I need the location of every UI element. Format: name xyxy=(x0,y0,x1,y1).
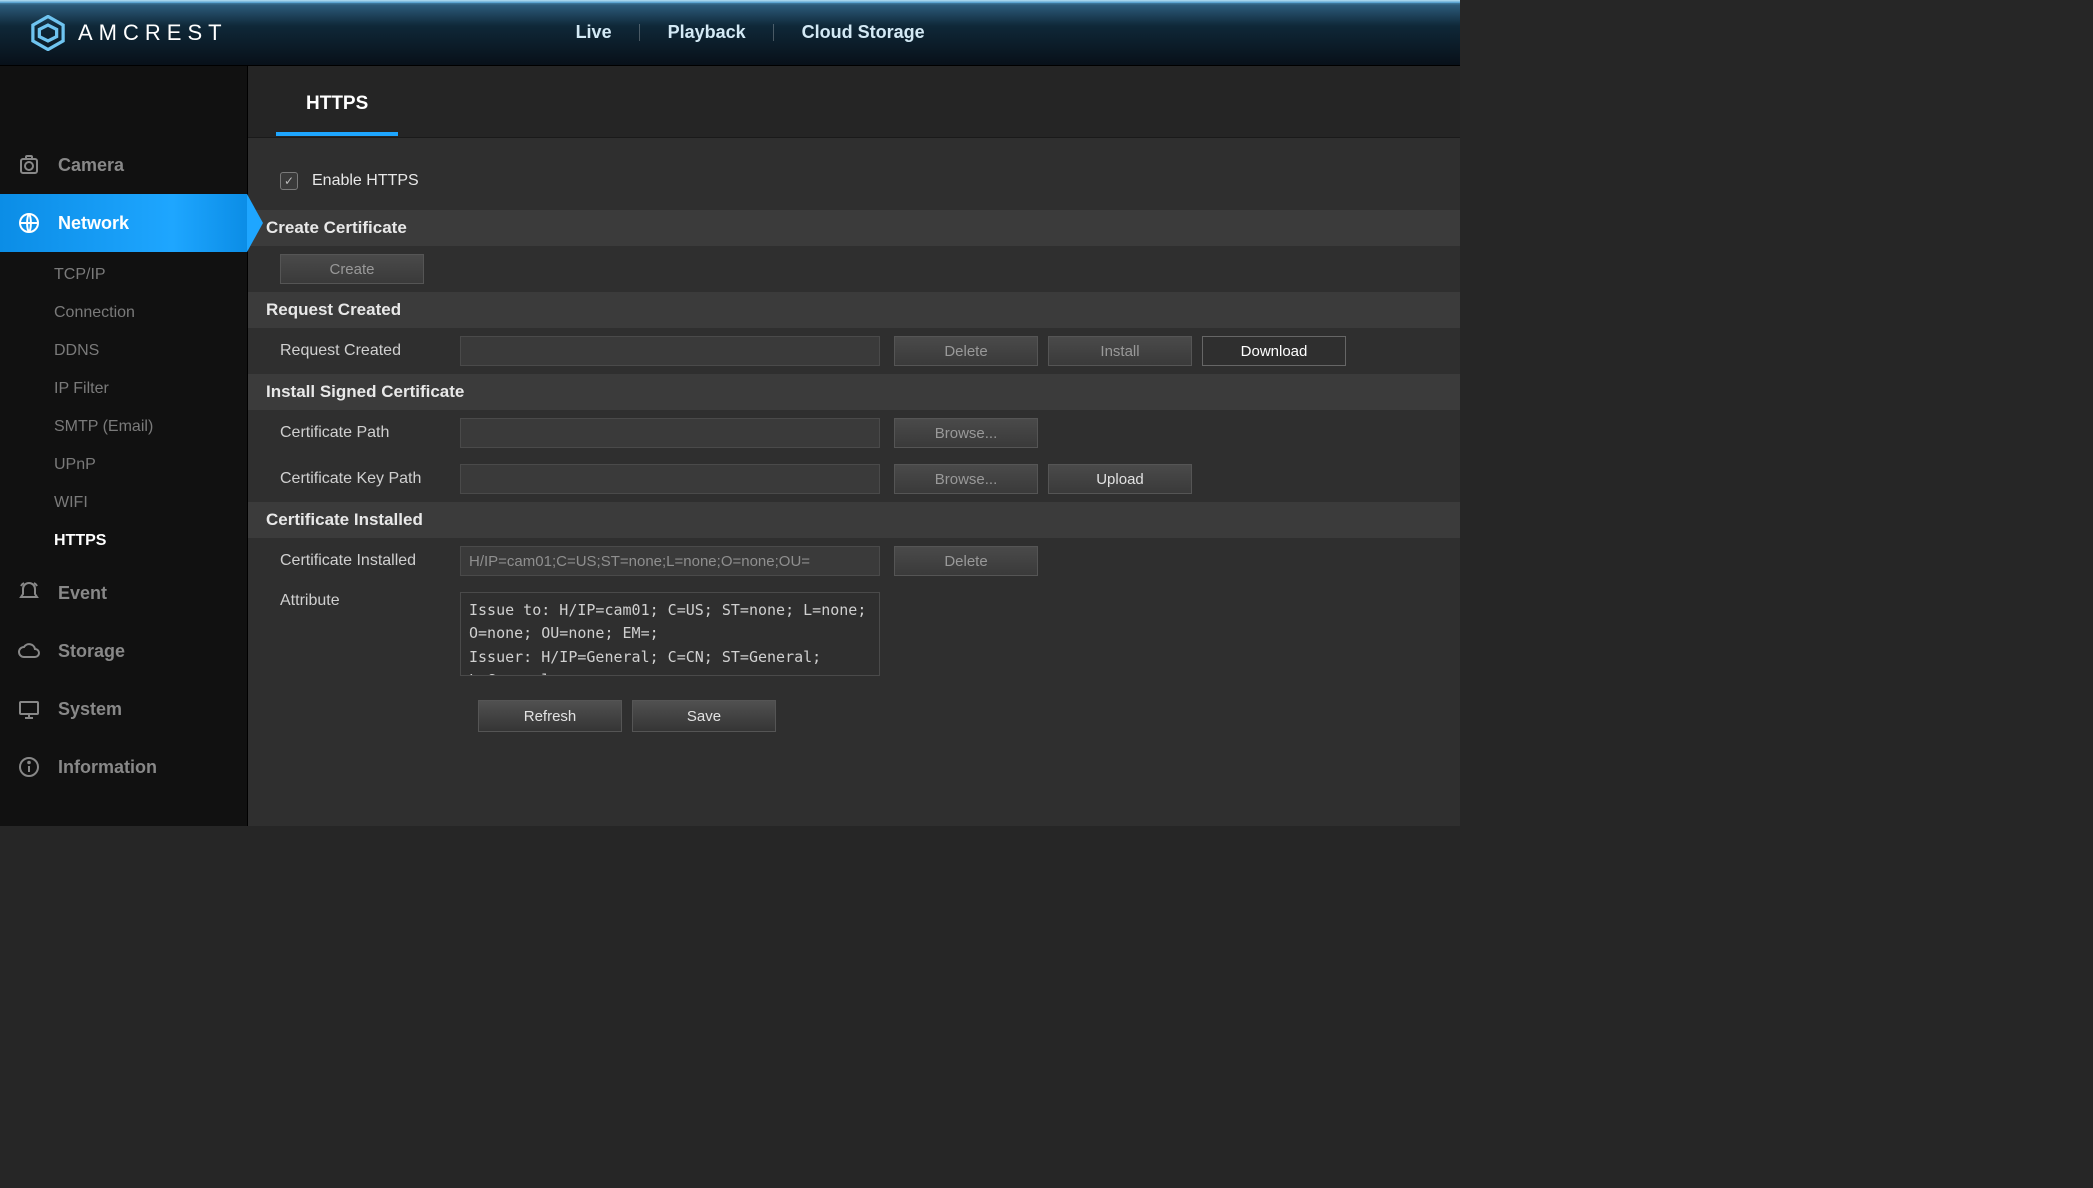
tabs-bar: HTTPS xyxy=(248,66,1460,138)
enable-https-checkbox[interactable]: ✓ xyxy=(280,172,298,190)
sidebar-item-label: System xyxy=(58,699,122,720)
monitor-icon xyxy=(16,696,42,722)
sidebar-item-system[interactable]: System xyxy=(0,680,247,738)
textarea-attribute[interactable] xyxy=(460,592,880,676)
upload-button[interactable]: Upload xyxy=(1048,464,1192,494)
sidebar-item-label: Camera xyxy=(58,155,124,176)
download-request-button[interactable]: Download xyxy=(1202,336,1346,366)
section-install-signed: Install Signed Certificate xyxy=(248,374,1460,410)
input-request-created[interactable] xyxy=(460,336,880,366)
refresh-button[interactable]: Refresh xyxy=(478,700,622,732)
input-certificate-key-path[interactable] xyxy=(460,464,880,494)
top-nav-playback[interactable]: Playback xyxy=(640,22,774,43)
save-button[interactable]: Save xyxy=(632,700,776,732)
sidebar: Camera Network TCP/IP Connection DDNS IP… xyxy=(0,66,248,826)
label-certificate-path: Certificate Path xyxy=(280,424,446,442)
top-header: AMCREST Live Playback Cloud Storage xyxy=(0,0,1460,66)
label-certificate-installed: Certificate Installed xyxy=(280,552,446,570)
sidebar-sub-wifi[interactable]: WIFI xyxy=(0,484,247,522)
sidebar-item-event[interactable]: Event xyxy=(0,564,247,622)
enable-https-label: Enable HTTPS xyxy=(312,172,419,190)
section-request-created: Request Created xyxy=(248,292,1460,328)
input-certificate-installed[interactable] xyxy=(460,546,880,576)
label-certificate-key-path: Certificate Key Path xyxy=(280,470,446,488)
sidebar-sub-ddns[interactable]: DDNS xyxy=(0,332,247,370)
create-button[interactable]: Create xyxy=(280,254,424,284)
browse-cert-button[interactable]: Browse... xyxy=(894,418,1038,448)
brand-logo: AMCREST xyxy=(30,15,228,51)
cloud-icon xyxy=(16,638,42,664)
tab-https[interactable]: HTTPS xyxy=(276,69,398,135)
top-nav-cloud-storage[interactable]: Cloud Storage xyxy=(774,22,953,43)
sidebar-item-label: Event xyxy=(58,583,107,604)
content-panel: ✓ Enable HTTPS Create Certificate Create… xyxy=(248,138,1460,756)
main-area: HTTPS ✓ Enable HTTPS Create Certificate … xyxy=(248,66,1460,826)
sidebar-item-storage[interactable]: Storage xyxy=(0,622,247,680)
sidebar-sub-upnp[interactable]: UPnP xyxy=(0,446,247,484)
sidebar-sub-connection[interactable]: Connection xyxy=(0,294,247,332)
input-certificate-path[interactable] xyxy=(460,418,880,448)
enable-https-row: ✓ Enable HTTPS xyxy=(248,162,1460,210)
sidebar-item-label: Information xyxy=(58,757,157,778)
top-nav: Live Playback Cloud Storage xyxy=(548,22,953,43)
sidebar-sub-https[interactable]: HTTPS xyxy=(0,522,247,560)
sidebar-sub-smtp-email[interactable]: SMTP (Email) xyxy=(0,408,247,446)
browse-key-button[interactable]: Browse... xyxy=(894,464,1038,494)
brand-hex-icon xyxy=(30,15,66,51)
top-nav-live[interactable]: Live xyxy=(548,22,640,43)
info-icon xyxy=(16,754,42,780)
bell-icon xyxy=(16,580,42,606)
sidebar-item-camera[interactable]: Camera xyxy=(0,136,247,194)
sidebar-sub-tcpip[interactable]: TCP/IP xyxy=(0,256,247,294)
delete-request-button[interactable]: Delete xyxy=(894,336,1038,366)
globe-icon xyxy=(16,210,42,236)
label-attribute: Attribute xyxy=(280,592,446,610)
camera-icon xyxy=(16,152,42,178)
sidebar-item-network[interactable]: Network xyxy=(0,194,247,252)
sidebar-item-information[interactable]: Information xyxy=(0,738,247,796)
install-request-button[interactable]: Install xyxy=(1048,336,1192,366)
sidebar-item-label: Network xyxy=(58,213,129,234)
section-create-certificate: Create Certificate xyxy=(248,210,1460,246)
delete-installed-button[interactable]: Delete xyxy=(894,546,1038,576)
sidebar-sub-ip-filter[interactable]: IP Filter xyxy=(0,370,247,408)
sidebar-network-subitems: TCP/IP Connection DDNS IP Filter SMTP (E… xyxy=(0,252,247,564)
brand-text: AMCREST xyxy=(78,20,228,46)
sidebar-item-label: Storage xyxy=(58,641,125,662)
label-request-created: Request Created xyxy=(280,342,446,360)
section-certificate-installed: Certificate Installed xyxy=(248,502,1460,538)
